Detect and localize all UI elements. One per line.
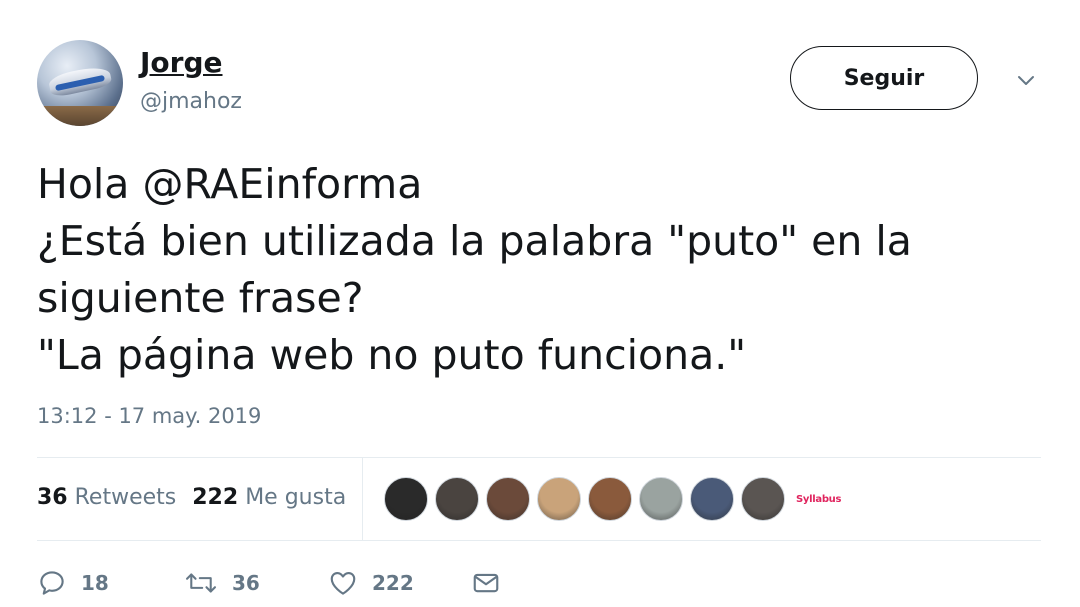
chevron-down-icon[interactable]: [1017, 72, 1035, 90]
liker-avatar[interactable]: [537, 477, 581, 521]
user-handle[interactable]: @jmahoz: [140, 89, 242, 114]
tweet-line: ¿Está bien utilizada la palabra "puto" e…: [37, 217, 912, 265]
liker-avatar[interactable]: [741, 477, 785, 521]
tweet-actions: 18 36 222: [37, 568, 557, 602]
likes-label: Me gusta: [245, 485, 347, 510]
liker-avatar[interactable]: [435, 477, 479, 521]
tweet-timestamp[interactable]: 13:12 - 17 may. 2019: [37, 404, 261, 428]
tweet-line: "La página web no puto funciona.": [37, 331, 747, 379]
reply-button[interactable]: 18: [37, 568, 109, 598]
user-avatar[interactable]: [37, 40, 123, 126]
likes-count: 222: [192, 485, 239, 510]
divider: [37, 540, 1041, 541]
retweet-count: 36: [232, 571, 260, 595]
divider: [37, 457, 1041, 458]
liker-avatar[interactable]: [639, 477, 683, 521]
tweet-line: siguiente frase?: [37, 274, 364, 322]
message-button[interactable]: [471, 568, 501, 598]
liker-avatar[interactable]: [690, 477, 734, 521]
reply-icon: [40, 571, 64, 595]
tweet-line: Hola @RAEinforma: [37, 160, 423, 208]
liker-avatar[interactable]: [588, 477, 632, 521]
syllabus-avatar[interactable]: Syllabus: [796, 494, 841, 505]
retweets-stat[interactable]: 36 Retweets: [37, 485, 176, 510]
envelope-icon: [473, 573, 499, 593]
reply-count: 18: [81, 571, 109, 595]
retweets-count: 36: [37, 485, 68, 510]
tweet-stats: 36 Retweets 222 Me gusta: [37, 485, 346, 510]
tweet-text: Hola @RAEinforma ¿Está bien utilizada la…: [37, 156, 1037, 384]
retweet-button[interactable]: 36: [184, 568, 260, 598]
liker-avatars: Syllabus: [384, 477, 841, 521]
stats-separator: [362, 458, 363, 540]
retweet-icon: [186, 573, 216, 593]
liker-avatar[interactable]: [384, 477, 428, 521]
user-name[interactable]: Jorge: [140, 46, 223, 79]
tweet-header: Jorge @jmahoz Seguir: [37, 40, 1042, 128]
like-button[interactable]: 222: [328, 568, 414, 598]
retweets-label: Retweets: [74, 485, 177, 510]
likes-stat[interactable]: 222 Me gusta: [192, 485, 346, 510]
follow-button[interactable]: Seguir: [790, 46, 978, 110]
heart-icon: [330, 571, 356, 595]
liker-avatar[interactable]: [486, 477, 530, 521]
like-count: 222: [372, 571, 414, 595]
